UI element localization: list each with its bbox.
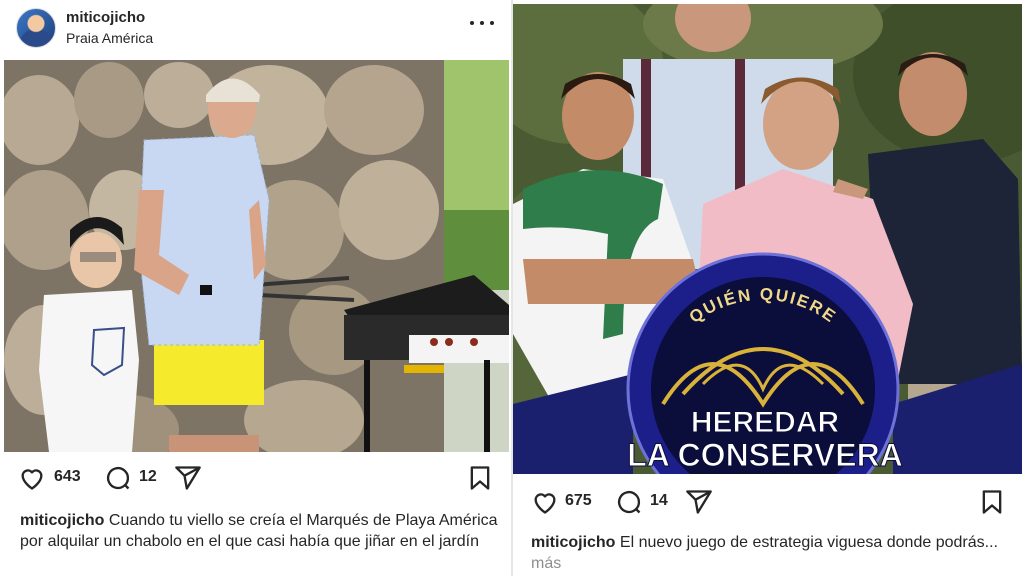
post-caption: miticojicho El nuevo juego de estrategia… [531,532,1011,574]
more-link[interactable]: más [531,555,561,572]
post-photo[interactable]: QUIÉN QUIERE HEREDAR LA CONSERVERA [513,4,1022,474]
post-username[interactable]: miticojicho [66,9,145,26]
like-count[interactable]: 643 [54,468,81,486]
post-header: miticojicho Praia América [0,0,512,58]
more-icon[interactable] [470,16,494,30]
post-location[interactable]: Praia América [66,30,153,46]
caption-text: El nuevo juego de estrategia viguesa don… [619,534,998,551]
show-title-line2: LA CONSERVERA [627,437,903,473]
comment-count[interactable]: 14 [650,492,668,510]
instagram-post-left: miticojicho Praia América 643 12 miticoj… [0,0,512,576]
bookmark-icon[interactable] [466,464,494,492]
post-photo[interactable] [4,60,509,452]
instagram-post-right: QUIÉN QUIERE HEREDAR LA CONSERVERA 675 1… [513,0,1024,576]
comment-count[interactable]: 12 [139,468,157,486]
profile-avatar[interactable] [16,8,56,48]
share-icon[interactable] [174,464,202,492]
comment-icon[interactable] [615,488,643,516]
post-caption: miticojicho Cuando tu viello se creía el… [20,510,500,552]
show-title-line1: HEREDAR [691,406,840,439]
heart-icon[interactable] [18,464,46,492]
post-actions: 643 12 [0,458,512,498]
comment-icon[interactable] [104,464,132,492]
heart-icon[interactable] [531,488,559,516]
caption-username[interactable]: miticojicho [20,512,104,529]
bookmark-icon[interactable] [978,488,1006,516]
barbecue-photo [4,60,509,452]
like-count[interactable]: 675 [565,492,592,510]
family-photo: QUIÉN QUIERE HEREDAR LA CONSERVERA [513,4,1022,474]
caption-username[interactable]: miticojicho [531,534,615,551]
share-icon[interactable] [685,488,713,516]
post-actions: 675 14 [513,482,1024,522]
